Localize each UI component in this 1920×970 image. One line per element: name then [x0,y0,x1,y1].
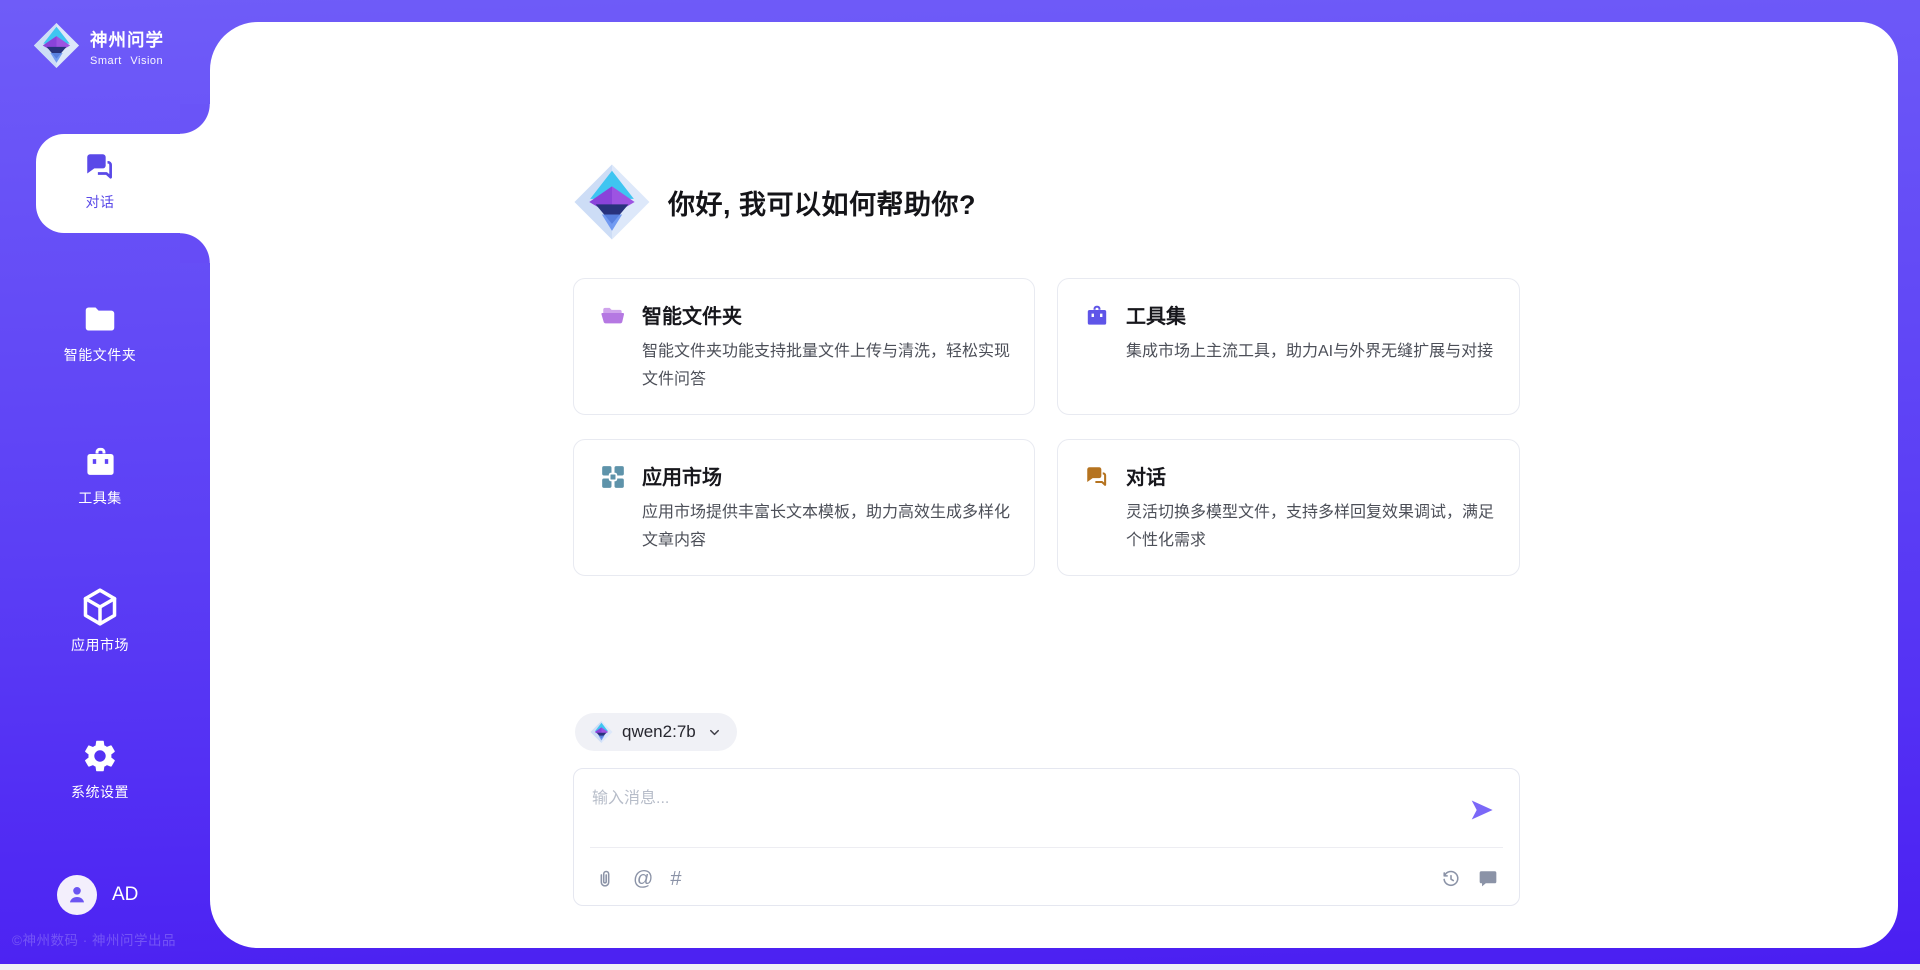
card-body: 工具集 集成市场上主流工具，助力AI与外界无缝扩展与对接 [1126,300,1493,394]
message-input[interactable] [592,781,1432,817]
sidebar-item-label: 对话 [86,192,115,212]
model-logo-diamond-icon [590,720,613,744]
card-description: 智能文件夹功能支持批量文件上传与清洗，轻松实现文件问答 [642,338,1010,394]
brand-logo-diamond-icon [33,21,80,70]
sidebar: 神州问学 Smart Vision 对话 智能文件夹 [0,0,210,970]
greeting-title: 你好, 我可以如何帮助你? [668,183,976,222]
card-title: 对话 [1126,461,1495,490]
sidebar-item-app-market[interactable]: 应用市场 [0,584,200,656]
briefcase-icon [82,444,119,481]
card-description: 集成市场上主流工具，助力AI与外界无缝扩展与对接 [1126,338,1493,366]
card-chat[interactable]: 对话 灵活切换多模型文件，支持多样回复效果调试，满足个性化需求 [1057,439,1520,576]
user-profile[interactable]: AD [57,875,138,915]
folder-icon [81,300,119,338]
person-icon [65,883,89,907]
sidebar-item-chat-content: 对话 [36,134,164,233]
sidebar-item-label: 应用市场 [71,635,129,655]
greeting-logo-diamond-icon [573,162,651,242]
history-icon[interactable] [1440,868,1462,890]
send-icon [1469,797,1495,823]
brand-text: 神州问学 Smart Vision [90,21,164,67]
card-smart-folder[interactable]: 智能文件夹 智能文件夹功能支持批量文件上传与清洗，轻松实现文件问答 [573,278,1035,415]
hash-icon[interactable]: # [670,868,681,890]
paperclip-icon[interactable] [594,868,616,890]
composer-toolbar: @ # [594,866,1499,892]
card-toolset[interactable]: 工具集 集成市场上主流工具，助力AI与外界无缝扩展与对接 [1057,278,1520,415]
model-selector[interactable]: qwen2:7b [575,713,737,751]
brand-subtitle: Smart Vision [90,55,164,67]
sidebar-item-chat[interactable]: 对话 [36,134,210,233]
cube-icon [79,586,121,628]
user-initials: AD [112,884,138,906]
sidebar-item-label: 智能文件夹 [64,345,137,365]
app-background: 神州问学 Smart Vision 对话 智能文件夹 [0,0,1920,970]
composer: @ # [573,768,1520,906]
card-description: 应用市场提供丰富长文本模板，助力高效生成多样化文章内容 [642,499,1010,555]
feature-cards: 智能文件夹 智能文件夹功能支持批量文件上传与清洗，轻松实现文件问答 工具集 集成… [573,278,1520,576]
gear-icon [81,737,119,775]
avatar [57,875,97,915]
chat-bubbles-icon [83,150,117,184]
chevron-down-icon [707,725,722,740]
active-tab-fillet-bottom [180,233,210,263]
toolbar-left: @ # [594,868,681,890]
sidebar-item-label: 工具集 [78,488,122,508]
active-tab-fillet-top [180,104,210,134]
card-app-market[interactable]: 应用市场 应用市场提供丰富长文本模板，助力高效生成多样化文章内容 [573,439,1035,576]
grid-icon [600,464,626,490]
card-body: 对话 灵活切换多模型文件，支持多样回复效果调试，满足个性化需求 [1126,461,1495,555]
brand: 神州问学 Smart Vision [33,21,164,70]
sidebar-item-toolset[interactable]: 工具集 [0,440,200,512]
toolbar-right [1440,868,1499,890]
card-body: 应用市场 应用市场提供丰富长文本模板，助力高效生成多样化文章内容 [642,461,1010,555]
card-title: 工具集 [1126,300,1493,329]
send-button[interactable] [1469,797,1495,823]
chat-square-icon[interactable] [1477,868,1499,890]
copyright-text: ©神州数码 · 神州问学出品 [12,929,176,949]
model-name: qwen2:7b [622,722,696,742]
composer-divider [590,847,1503,848]
chat-bubbles-icon [1084,464,1110,490]
folder-open-icon [600,303,626,329]
card-title: 应用市场 [642,461,1010,490]
card-body: 智能文件夹 智能文件夹功能支持批量文件上传与清洗，轻松实现文件问答 [642,300,1010,394]
sidebar-item-smart-folder[interactable]: 智能文件夹 [0,296,200,368]
bottom-edge-strip [0,964,1920,970]
sidebar-item-settings[interactable]: 系统设置 [0,733,200,805]
sidebar-item-label: 系统设置 [71,782,129,802]
greeting: 你好, 我可以如何帮助你? [573,162,976,242]
at-sign-icon[interactable]: @ [633,868,653,890]
brand-name: 神州问学 [90,27,164,52]
card-title: 智能文件夹 [642,300,1010,329]
card-description: 灵活切换多模型文件，支持多样回复效果调试，满足个性化需求 [1126,499,1495,555]
briefcase-icon [1084,303,1110,329]
main-panel: 你好, 我可以如何帮助你? 智能文件夹 智能文件夹功能支持批量文件上传与清洗，轻… [210,22,1898,948]
